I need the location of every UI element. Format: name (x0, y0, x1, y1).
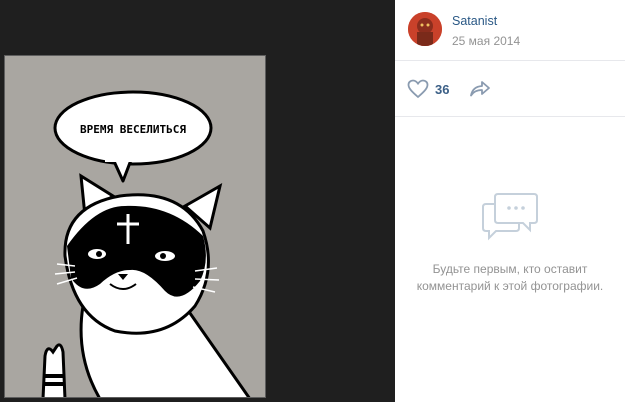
avatar-image-icon (408, 12, 442, 46)
empty-comments: Будьте первым, кто оставит комментарий к… (395, 190, 625, 295)
author-name[interactable]: Satanist (452, 14, 497, 28)
photo-viewer: ВРЕМЯ ВЕСЕЛИТЬСЯ (0, 0, 395, 402)
photo[interactable]: ВРЕМЯ ВЕСЕЛИТЬСЯ (4, 55, 266, 398)
heart-icon (407, 79, 429, 99)
share-button[interactable] (469, 80, 491, 103)
share-arrow-icon (470, 81, 490, 97)
comments-icon (482, 193, 538, 241)
like-button[interactable]: 36 (407, 77, 449, 101)
avatar[interactable] (408, 12, 442, 46)
post-date[interactable]: 25 мая 2014 (452, 34, 520, 48)
post-actions: 36 (395, 61, 625, 117)
empty-comments-text: Будьте первым, кто оставит комментарий к… (416, 262, 604, 293)
like-count: 36 (435, 81, 450, 97)
cat-illustration: ВРЕМЯ ВЕСЕЛИТЬСЯ (41, 90, 251, 397)
speech-bubble-text: ВРЕМЯ ВЕСЕЛИТЬСЯ (80, 123, 186, 136)
post-header: Satanist 25 мая 2014 (395, 0, 625, 61)
side-panel: Satanist 25 мая 2014 36 Будьте первым, к… (395, 0, 625, 402)
